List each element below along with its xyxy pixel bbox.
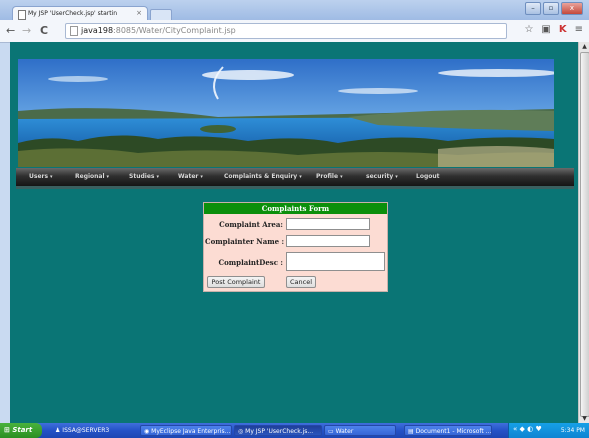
page-icon: [70, 26, 78, 36]
nav-studies[interactable]: Studies ▾: [129, 173, 159, 180]
chevron-down-icon: ▾: [106, 174, 110, 180]
nav-water[interactable]: Water ▾: [178, 173, 203, 180]
browser-titlebar: My JSP 'UserCheck.jsp' startin × – ▫ x: [0, 0, 589, 21]
scrollbar-thumb[interactable]: [580, 52, 589, 417]
nav-regional[interactable]: Regional ▾: [75, 173, 109, 180]
forward-icon[interactable]: →: [22, 24, 31, 37]
complaint-desc-textarea[interactable]: [286, 252, 385, 271]
extension-k-icon[interactable]: K: [559, 24, 567, 35]
nav-security[interactable]: security ▾: [366, 173, 398, 180]
start-button[interactable]: ⊞ Start: [0, 423, 42, 438]
complaints-form: Complaints Form Complaint Area: Complain…: [203, 202, 388, 292]
nav-complaints-enquiry[interactable]: Complaints & Enquiry ▾: [224, 173, 302, 180]
complaint-area-input[interactable]: [286, 218, 370, 230]
form-title: Complaints Form: [204, 203, 387, 214]
chevron-down-icon: ▾: [50, 174, 53, 180]
extension-icon[interactable]: ▣: [541, 24, 550, 35]
complainter-name-input[interactable]: [286, 235, 370, 247]
taskbar-water-folder[interactable]: ▭ Water: [324, 425, 396, 436]
windows-taskbar: ⊞ Start ♟ ISSA@SERVER3 ◉ MyEclipse Java …: [0, 423, 589, 438]
cancel-button[interactable]: Cancel: [286, 276, 316, 288]
chevron-down-icon: ▾: [200, 174, 203, 180]
chevron-down-icon: ▾: [156, 174, 159, 180]
nav-users[interactable]: Users ▾: [29, 173, 53, 180]
bookmark-star-icon[interactable]: ☆: [524, 24, 533, 35]
maximize-button[interactable]: ▫: [543, 2, 559, 15]
new-tab-button[interactable]: [150, 9, 172, 20]
chevron-down-icon: ▾: [395, 174, 398, 180]
page-icon: [18, 10, 26, 20]
complaint-area-label: Complaint Area:: [219, 220, 283, 229]
menu-icon[interactable]: ≡: [575, 24, 583, 35]
reload-icon[interactable]: C: [40, 24, 48, 37]
banner-image: [18, 59, 554, 167]
main-nav-bar: Users ▾ Regional ▾ Studies ▾ Water ▾ Complai…: [16, 168, 574, 186]
scroll-up-icon[interactable]: ▲: [579, 42, 589, 51]
scroll-down-icon[interactable]: ▼: [579, 414, 589, 423]
system-tray: « ◆ ◐ ♥ 5:34 PM: [508, 423, 589, 438]
chevron-down-icon: ▾: [299, 174, 302, 180]
folder-icon: ▭: [328, 428, 336, 435]
tab-close-icon[interactable]: ×: [136, 9, 142, 17]
url-text: java198:8085/Water/CityComplaint.jsp: [81, 26, 236, 35]
complaint-desc-label: ComplaintDesc :: [218, 258, 283, 267]
address-bar[interactable]: java198:8085/Water/CityComplaint.jsp: [65, 23, 507, 39]
tab-title: My JSP 'UserCheck.jsp' startin: [28, 10, 118, 17]
tray-icons[interactable]: « ◆ ◐ ♥: [513, 425, 542, 433]
browser-toolbar: ← → C java198:8085/Water/CityComplaint.j…: [0, 20, 589, 43]
window-controls: – ▫ x: [525, 2, 583, 15]
nav-divider: [16, 186, 574, 189]
back-icon[interactable]: ←: [6, 24, 15, 37]
close-window-button[interactable]: x: [561, 2, 583, 15]
chevron-down-icon: ▾: [340, 174, 343, 180]
browser-tab[interactable]: My JSP 'UserCheck.jsp' startin ×: [12, 6, 148, 21]
taskbar-browser[interactable]: ◎ My JSP 'UserCheck.js...: [234, 425, 322, 436]
taskbar-user[interactable]: ♟ ISSA@SERVER3: [52, 425, 118, 436]
post-complaint-button[interactable]: Post Complaint: [207, 276, 265, 288]
taskbar-myeclipse[interactable]: ◉ MyEclipse Java Enterpris...: [140, 425, 232, 436]
nav-profile[interactable]: Profile ▾: [316, 173, 343, 180]
word-icon: ▤: [408, 428, 416, 435]
minimize-button[interactable]: –: [525, 2, 541, 15]
complainter-name-label: Complainter Name :: [205, 237, 285, 246]
page-viewport: Users ▾ Regional ▾ Studies ▾ Water ▾ Complai…: [10, 42, 578, 423]
nav-logout[interactable]: Logout: [416, 173, 440, 180]
clock: 5:34 PM: [560, 427, 585, 434]
vertical-scrollbar[interactable]: ▲ ▼: [578, 42, 589, 423]
taskbar-word[interactable]: ▤ Document1 - Microsoft ...: [404, 425, 492, 436]
